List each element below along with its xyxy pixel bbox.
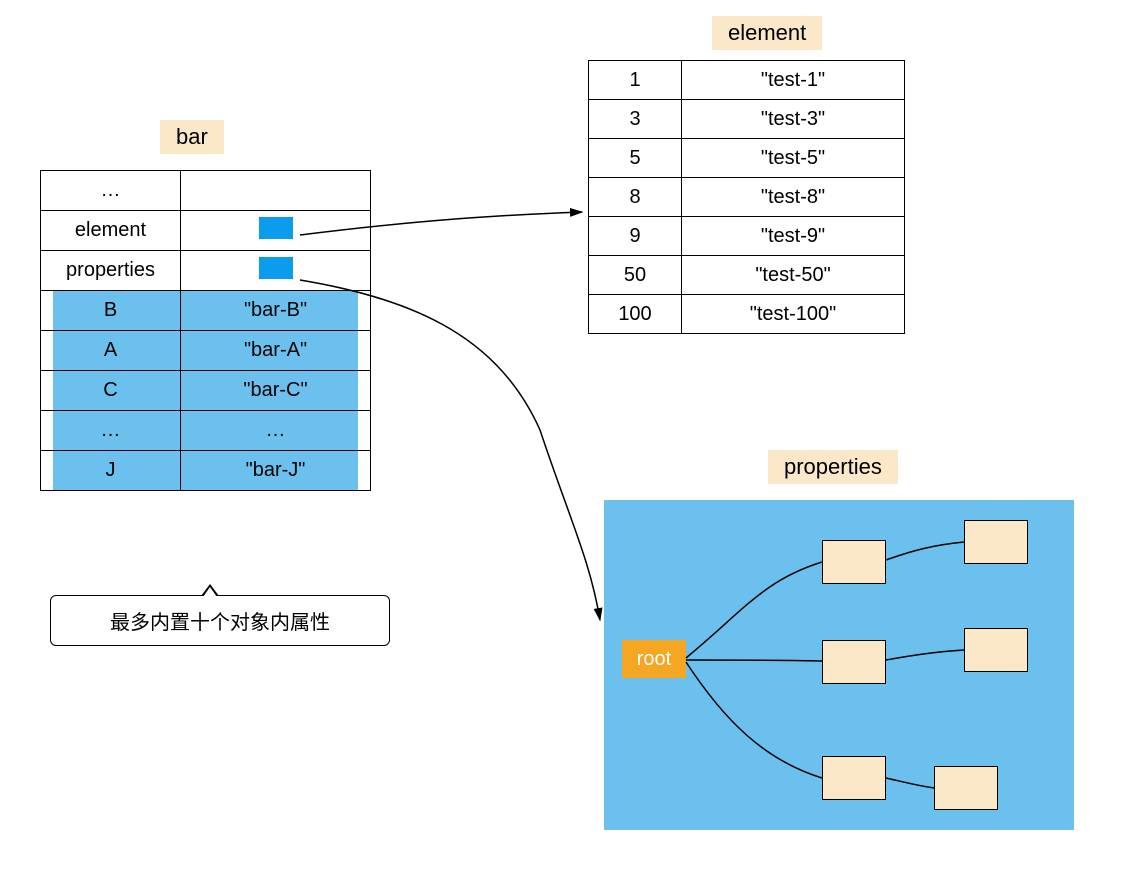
tree-node	[822, 540, 886, 584]
diagram-canvas: bar … element properties B "bar-B" A "ba…	[0, 0, 1142, 876]
bar-hl2-k: C	[41, 371, 181, 411]
element-label: element	[712, 16, 822, 50]
bar-hl3-v: …	[181, 411, 371, 451]
el-k: 1	[589, 61, 682, 100]
table-row: 50"test-50"	[589, 256, 905, 295]
el-v: "test-1"	[682, 61, 905, 100]
table-row: 3"test-3"	[589, 100, 905, 139]
table-row: C "bar-C"	[41, 371, 371, 411]
el-k: 50	[589, 256, 682, 295]
el-v: "test-5"	[682, 139, 905, 178]
bar-hl1-k: A	[41, 331, 181, 371]
pointer-icon	[259, 217, 293, 239]
table-row: J "bar-J"	[41, 451, 371, 491]
el-k: 8	[589, 178, 682, 217]
bar-hl0-k: B	[41, 291, 181, 331]
pointer-icon	[259, 257, 293, 279]
tree-node	[964, 628, 1028, 672]
bar-hl3-k: …	[41, 411, 181, 451]
el-v: "test-50"	[682, 256, 905, 295]
bar-row2-k: properties	[41, 251, 181, 291]
callout-text: 最多内置十个对象内属性	[110, 612, 330, 634]
el-k: 3	[589, 100, 682, 139]
bar-label: bar	[160, 120, 224, 154]
bar-hl1-v: "bar-A"	[181, 331, 371, 371]
table-row: 5"test-5"	[589, 139, 905, 178]
element-table: 1"test-1" 3"test-3" 5"test-5" 8"test-8" …	[588, 60, 905, 334]
table-row: A "bar-A"	[41, 331, 371, 371]
table-row: properties	[41, 251, 371, 291]
el-v: "test-8"	[682, 178, 905, 217]
bar-row2-v	[181, 251, 371, 291]
tree-node	[934, 766, 998, 810]
bar-hl4-v: "bar-J"	[181, 451, 371, 491]
bar-row1-v	[181, 211, 371, 251]
el-v: "test-100"	[682, 295, 905, 334]
tree-node	[964, 520, 1028, 564]
properties-panel: root	[604, 500, 1074, 830]
table-row: …	[41, 171, 371, 211]
bar-hl0-v: "bar-B"	[181, 291, 371, 331]
table-row: 1"test-1"	[589, 61, 905, 100]
bar-hl4-k: J	[41, 451, 181, 491]
table-row: element	[41, 211, 371, 251]
table-row: B "bar-B"	[41, 291, 371, 331]
properties-label: properties	[768, 450, 898, 484]
el-v: "test-9"	[682, 217, 905, 256]
el-v: "test-3"	[682, 100, 905, 139]
table-row: 9"test-9"	[589, 217, 905, 256]
el-k: 5	[589, 139, 682, 178]
bar-row0-k: …	[41, 171, 181, 211]
table-row: 8"test-8"	[589, 178, 905, 217]
bar-row1-k: element	[41, 211, 181, 251]
bar-row0-v	[181, 171, 371, 211]
root-node: root	[622, 640, 686, 678]
callout-note: 最多内置十个对象内属性	[50, 595, 390, 646]
tree-node	[822, 640, 886, 684]
table-row: … …	[41, 411, 371, 451]
bar-table: … element properties B "bar-B" A "bar-A"…	[40, 170, 371, 491]
bar-hl2-v: "bar-C"	[181, 371, 371, 411]
el-k: 9	[589, 217, 682, 256]
tree-node	[822, 756, 886, 800]
table-row: 100"test-100"	[589, 295, 905, 334]
el-k: 100	[589, 295, 682, 334]
